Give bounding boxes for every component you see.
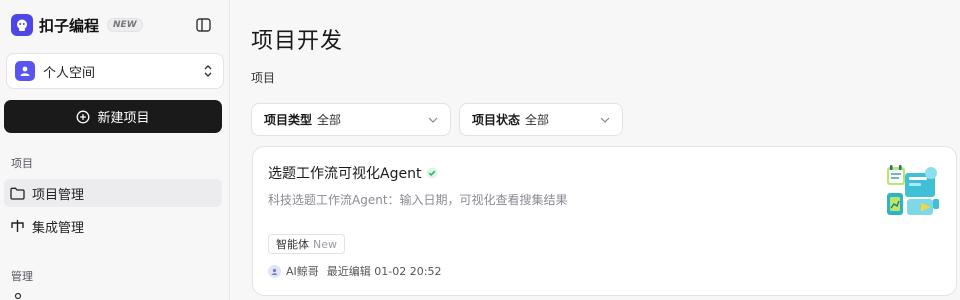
new-project-button[interactable]: 新建项目 <box>4 100 222 133</box>
project-card-meta: AI鲸哥 最近编辑 01-02 20:52 <box>268 263 940 279</box>
sidebar-item-integration-management[interactable]: 集成管理 <box>4 212 222 240</box>
main-content: 项目开发 项目 项目类型 全部 项目状态 全部 选题工作流可视化Agent 科技… <box>230 0 960 300</box>
tag-new-label: New <box>313 237 337 251</box>
filter-value: 全部 <box>525 113 550 127</box>
page-title: 项目开发 <box>251 29 344 54</box>
user-icon <box>15 61 35 81</box>
sidebar-item-label: 集成管理 <box>32 220 85 236</box>
sidebar-toggle-icon[interactable] <box>193 15 213 35</box>
author-name: AI鲸哥 <box>286 265 319 278</box>
project-card-description: 科技选题工作流Agent：输入日期，可视化查看搜集结果 <box>268 193 568 207</box>
brand: 扣子编程 NEW <box>4 0 221 50</box>
workflow-dashboard-icon <box>887 165 939 215</box>
project-type-filter[interactable]: 项目类型 全部 <box>251 103 451 136</box>
sidebar: 扣子编程 NEW 个人空间 新建项目 项目 项目管理 集成管理 管理 <box>0 0 230 300</box>
project-status-filter[interactable]: 项目状态 全部 <box>459 103 623 136</box>
folder-icon <box>10 187 26 200</box>
filter-key: 项目类型 <box>264 113 313 127</box>
sidebar-item-label: 项目管理 <box>32 187 85 203</box>
new-badge: NEW <box>107 18 143 32</box>
brand-logo-icon <box>11 14 33 36</box>
filter-key: 项目状态 <box>472 113 521 127</box>
filter-bar: 项目类型 全部 项目状态 全部 <box>251 103 960 136</box>
brand-name: 扣子编程 <box>39 16 100 35</box>
project-card-title: 选题工作流可视化Agent <box>268 166 422 182</box>
project-type-tag: 智能体 New <box>268 234 345 254</box>
chevron-down-icon <box>600 117 610 123</box>
section-title-manage: 管理 <box>11 270 33 283</box>
project-card[interactable]: 选题工作流可视化Agent 科技选题工作流Agent：输入日期，可视化查看搜集结… <box>252 146 957 296</box>
section-title-project: 项目 <box>11 157 33 170</box>
last-edited: 最近编辑 01-02 20:52 <box>326 265 442 278</box>
chevron-up-down-icon <box>203 64 215 78</box>
filter-value: 全部 <box>317 113 342 127</box>
sidebar-item-project-management[interactable]: 项目管理 <box>4 179 222 207</box>
verified-check-icon <box>426 167 438 179</box>
chevron-down-icon <box>428 117 438 123</box>
workspace-label: 个人空间 <box>43 65 96 81</box>
author-avatar <box>268 264 281 278</box>
user-icon <box>14 292 22 300</box>
page-subtitle: 项目 <box>251 71 276 85</box>
sidebar-item-partial[interactable] <box>12 292 24 300</box>
integration-icon <box>10 219 26 233</box>
tag-label: 智能体 <box>276 238 309 251</box>
workspace-switcher[interactable]: 个人空间 <box>6 53 224 89</box>
plus-circle-icon <box>76 110 90 124</box>
new-project-label: 新建项目 <box>97 111 150 126</box>
